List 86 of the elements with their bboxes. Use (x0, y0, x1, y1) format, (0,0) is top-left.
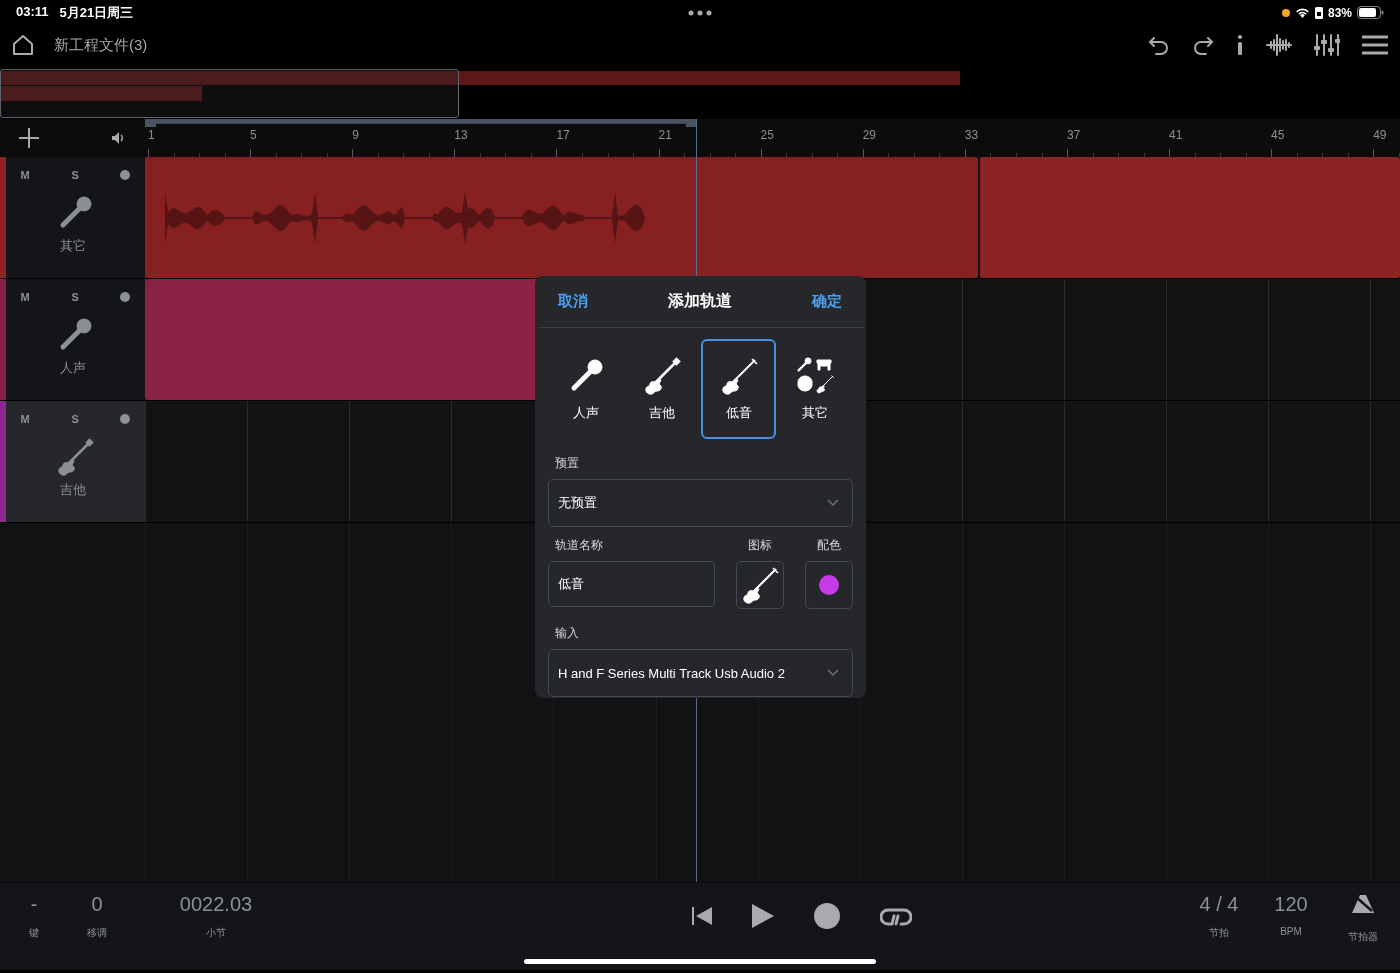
color-picker-button[interactable] (805, 561, 853, 609)
confirm-button[interactable]: 确定 (812, 292, 842, 311)
field-value[interactable]: 4 / 4 (1199, 893, 1239, 916)
field-value[interactable]: 0 (91, 893, 103, 916)
waveform-icon[interactable] (1266, 34, 1292, 56)
bar-number: 1 (148, 128, 155, 142)
menu-icon[interactable] (1362, 35, 1388, 55)
input-dropdown[interactable]: H and F Series Multi Track Usb Audio 2 (548, 649, 853, 697)
chevron-down-icon (827, 669, 839, 677)
field-label: 节拍器 (1348, 930, 1378, 944)
track-type-option[interactable]: 其它 (777, 339, 853, 439)
instruments-icon (795, 356, 836, 396)
record-arm-button[interactable] (120, 414, 131, 424)
bar-number: 21 (658, 128, 672, 142)
field-label: 图标 (748, 537, 772, 554)
bar-number: 17 (556, 128, 570, 142)
bar-number: 13 (454, 128, 468, 142)
bar-number: 41 (1169, 128, 1183, 142)
bass-guitar-icon (740, 565, 780, 605)
dialog-title: 添加轨道 (668, 291, 732, 311)
track-type-option[interactable]: 人声 (548, 339, 623, 439)
solo-button[interactable]: S (71, 291, 79, 303)
record-arm-button[interactable] (120, 292, 131, 302)
guitar-icon (642, 356, 683, 396)
track-type-option[interactable]: 吉他 (624, 339, 700, 439)
undo-icon[interactable] (1148, 34, 1170, 56)
chevron-down-icon (827, 499, 839, 507)
bar-number: 49 (1373, 128, 1387, 142)
field-value[interactable]: - (30, 893, 38, 916)
track-type-option[interactable]: 低音 (701, 339, 777, 439)
bar-number: 37 (1066, 128, 1081, 142)
bar-number: 45 (1271, 128, 1285, 142)
field-label: 输入 (555, 625, 580, 642)
loop-region-bar[interactable] (145, 119, 697, 127)
lock-rotation-icon (1314, 6, 1323, 19)
track-header[interactable]: M S 其它 (0, 157, 145, 278)
audio-clip[interactable] (145, 157, 978, 278)
record-arm-button[interactable] (120, 170, 131, 180)
wifi-icon (1294, 7, 1310, 18)
record-icon[interactable] (814, 903, 840, 929)
icon-picker-button[interactable] (736, 561, 784, 609)
field-label: 节拍 (1209, 926, 1229, 940)
track-name-field[interactable]: 低音 (548, 561, 715, 607)
track-header[interactable]: M S 人声 (0, 279, 145, 400)
status-time: 03:11 (16, 3, 49, 21)
speaker-icon[interactable] (111, 131, 125, 145)
track-header[interactable]: M S 吉他 (0, 401, 145, 522)
track-name: 吉他 (59, 481, 86, 499)
solo-button[interactable]: S (71, 413, 79, 425)
privacy-dot-icon (1281, 8, 1290, 17)
field-label: 预置 (555, 455, 580, 472)
bar-number: 5 (250, 128, 257, 142)
redo-icon[interactable] (1192, 34, 1214, 56)
field-label: 配色 (817, 537, 841, 554)
track-name: 人声 (59, 359, 86, 377)
play-icon[interactable] (752, 904, 774, 928)
preset-dropdown[interactable]: 无预置 (548, 479, 853, 527)
bar-number: 33 (964, 128, 979, 142)
mute-button[interactable]: M (20, 169, 30, 181)
skip-to-start-icon[interactable] (692, 906, 712, 926)
battery-percentage: 83% (1327, 5, 1352, 20)
bar-number: 9 (352, 128, 359, 142)
status-date: 5月21日周三 (59, 3, 134, 22)
bar-number: 29 (862, 128, 877, 142)
field-label: 移调 (87, 926, 107, 940)
mute-button[interactable]: M (20, 413, 30, 425)
info-icon[interactable] (1236, 34, 1244, 56)
track-name: 其它 (59, 237, 86, 255)
field-value[interactable]: 120 (1274, 893, 1308, 916)
field-label: BPM (1280, 926, 1302, 937)
field-label: 小节 (206, 926, 226, 940)
home-icon[interactable] (12, 34, 34, 56)
more-dots-icon[interactable] (688, 9, 712, 16)
cancel-button[interactable]: 取消 (558, 292, 588, 311)
mixer-icon[interactable] (1314, 34, 1340, 56)
metronome-icon[interactable] (1352, 895, 1374, 913)
add-track-icon[interactable] (18, 127, 40, 149)
battery-icon (1357, 6, 1384, 19)
field-label: 键 (29, 926, 39, 940)
solo-button[interactable]: S (71, 169, 79, 181)
bar-number: 25 (760, 128, 774, 142)
project-title: 新工程文件(3) (54, 35, 148, 55)
field-label: 轨道名称 (555, 537, 604, 554)
mute-button[interactable]: M (20, 291, 30, 303)
audio-clip[interactable] (980, 157, 1400, 278)
field-value[interactable]: 0022.03 (179, 893, 253, 916)
